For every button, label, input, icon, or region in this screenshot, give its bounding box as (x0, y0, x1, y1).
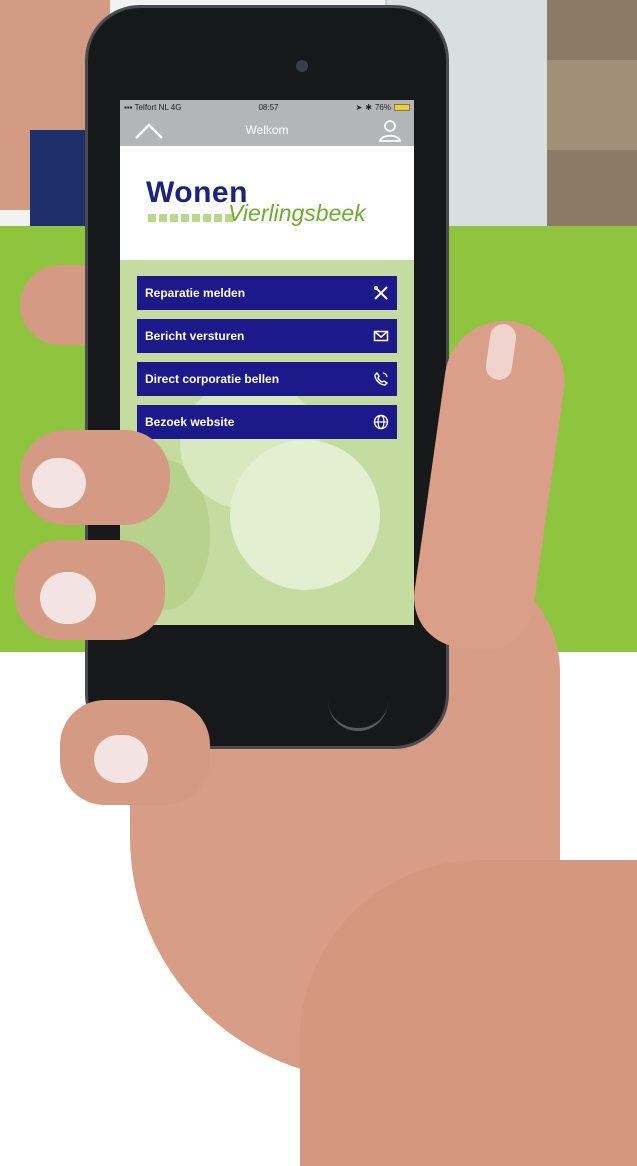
menu-item-label: Direct corporatie bellen (145, 372, 280, 386)
carrier-info: ▪▪▪ Telfort NL 4G (124, 103, 181, 112)
home-button[interactable] (328, 694, 388, 731)
globe-icon (373, 414, 389, 430)
signal-icon: ▪▪▪ (124, 102, 133, 112)
fingernail (32, 458, 86, 508)
brand-logo: Wonen Vierlingsbeek (120, 146, 414, 260)
status-right: ➤ ✱ 76% (356, 103, 410, 112)
app-screen: ▪▪▪ Telfort NL 4G 08:57 ➤ ✱ 76% Welkom W… (120, 100, 414, 625)
location-icon: ➤ (355, 102, 363, 112)
network-type: 4G (170, 102, 182, 112)
mail-icon (373, 330, 389, 342)
menu-item-bellen[interactable]: Direct corporatie bellen (137, 362, 397, 396)
nav-bar: Welkom (120, 114, 414, 146)
background-photo-shape (230, 440, 380, 590)
menu-item-bericht[interactable]: Bericht versturen (137, 319, 397, 353)
nav-title: Welkom (245, 123, 289, 137)
clock: 08:57 (258, 102, 279, 112)
phone-icon (374, 371, 389, 386)
bluetooth-icon: ✱ (365, 102, 372, 112)
background-floor-shade (547, 60, 637, 150)
menu-item-label: Bezoek website (145, 415, 235, 429)
user-icon[interactable] (378, 118, 402, 142)
fingernail (40, 572, 96, 624)
carrier-name: Telfort NL (134, 102, 169, 112)
tools-icon (374, 286, 388, 300)
battery-icon (393, 103, 410, 111)
menu-item-website[interactable]: Bezoek website (137, 405, 397, 439)
menu-item-label: Bericht versturen (145, 329, 245, 343)
menu-item-label: Reparatie melden (145, 286, 246, 300)
content-area: Reparatie melden Bericht versturen Direc… (120, 260, 414, 625)
front-camera (296, 60, 308, 72)
menu-item-reparatie[interactable]: Reparatie melden (137, 276, 397, 310)
battery-percent: 76% (374, 102, 391, 112)
logo-word-vierlingsbeek: Vierlingsbeek (228, 200, 366, 226)
logo-squares (148, 214, 233, 222)
status-bar: ▪▪▪ Telfort NL 4G 08:57 ➤ ✱ 76% (120, 100, 414, 114)
fingernail (94, 735, 148, 783)
action-menu: Reparatie melden Bericht versturen Direc… (137, 276, 397, 448)
